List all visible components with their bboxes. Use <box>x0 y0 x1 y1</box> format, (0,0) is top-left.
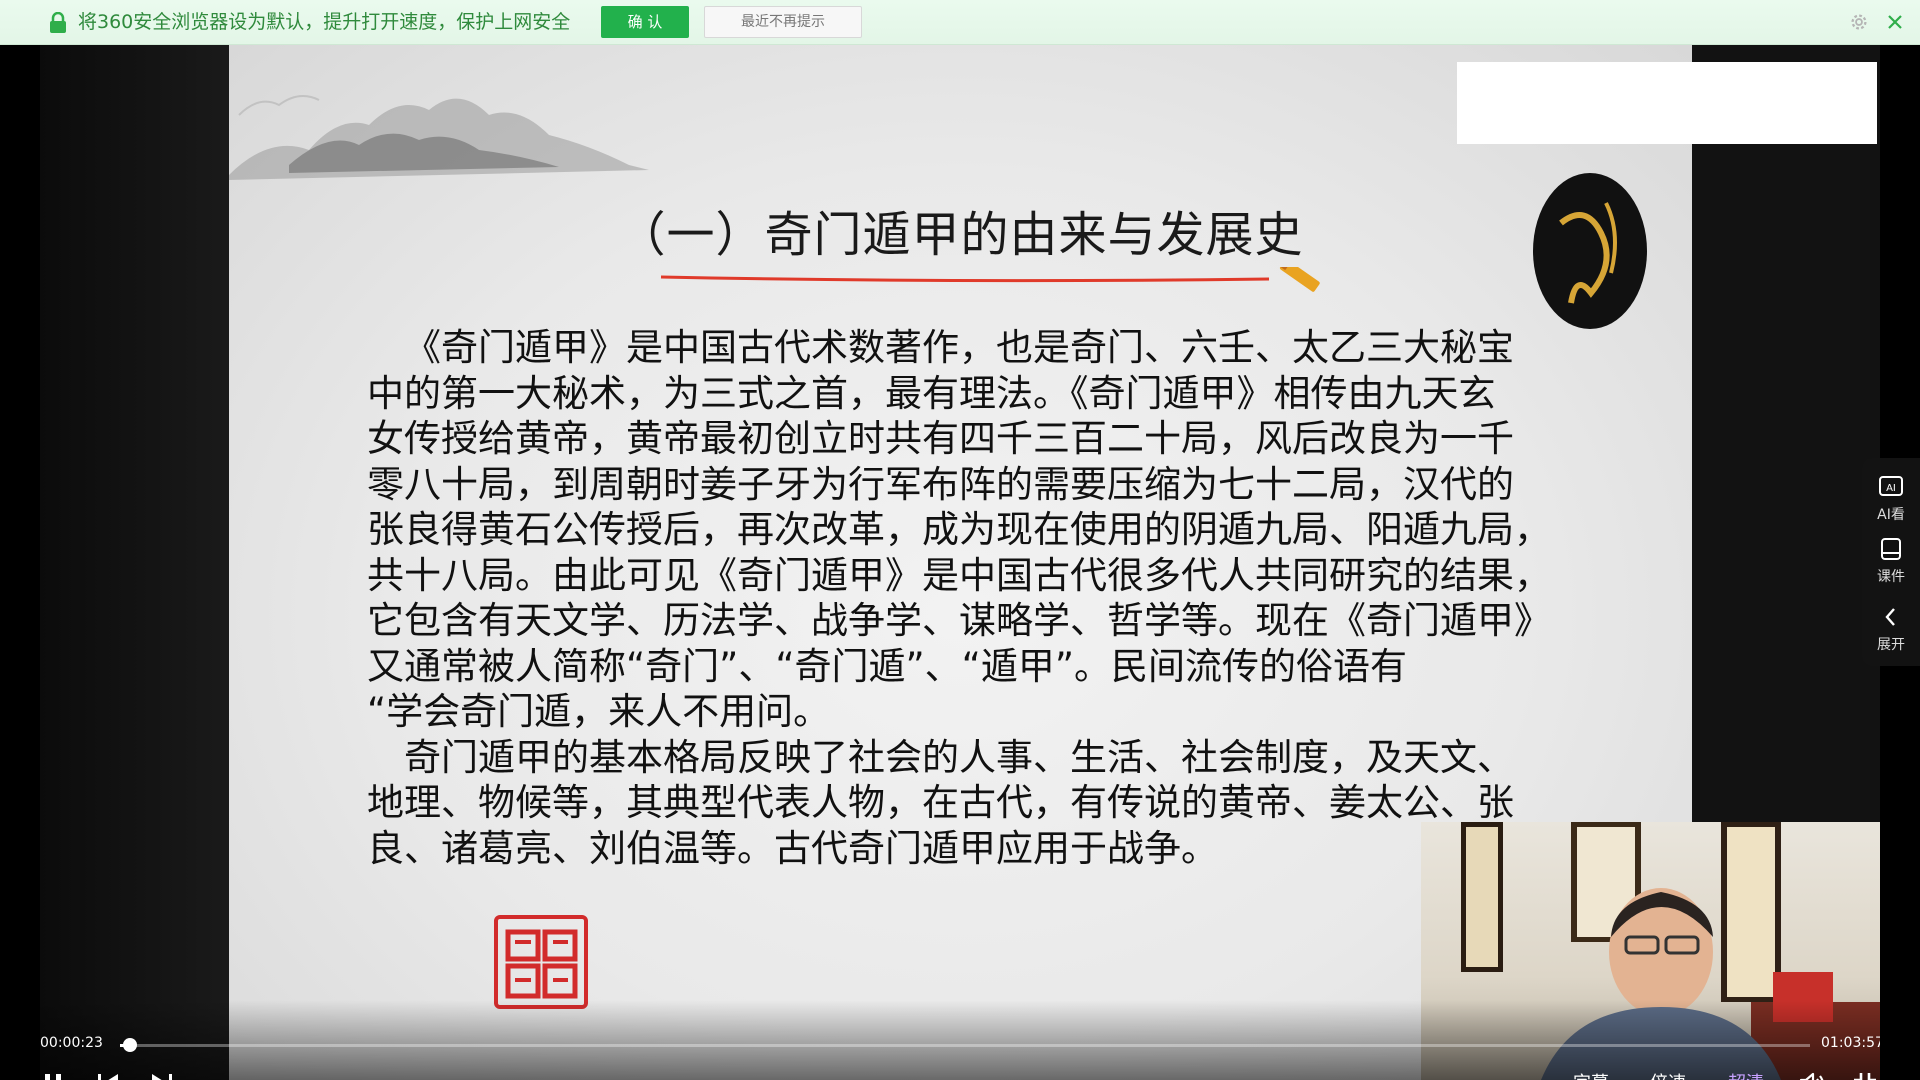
total-time: 01:03:57 <box>1821 1035 1880 1051</box>
slide-title: （一）奇门遁甲的由来与发展史 <box>617 207 1304 263</box>
progress-bar[interactable] <box>120 1038 1810 1052</box>
quality-button[interactable]: 超清 <box>1728 1070 1764 1080</box>
slide-paragraph-1: 《奇门遁甲》是中国古代术数著作，也是奇门、六壬、太乙三大秘宝 中的第一大秘术，为… <box>367 326 1551 733</box>
dismiss-button[interactable]: 最近不再提示 <box>704 6 862 38</box>
gear-icon[interactable] <box>1848 11 1870 33</box>
chevron-left-icon <box>1885 608 1895 626</box>
exit-fullscreen-icon[interactable] <box>1851 1070 1879 1080</box>
side-item-label: AI看 <box>1877 507 1905 523</box>
current-time: 00:00:23 <box>40 1035 103 1051</box>
title-underline-decoration <box>660 267 1320 292</box>
video-player[interactable]: （一）奇门遁甲的由来与发展史 《奇门遁甲》是中国古代术数著作，也是奇门、六壬、太… <box>40 45 1880 1080</box>
ink-mountain-decoration <box>229 95 649 180</box>
side-item-courseware[interactable]: 课件 <box>1862 530 1920 592</box>
side-item-expand[interactable]: 展开 <box>1862 598 1920 660</box>
slide-body: 《奇门遁甲》是中国古代术数著作，也是奇门、六壬、太乙三大秘宝 中的第一大秘术，为… <box>367 325 1597 871</box>
svg-text:AI: AI <box>1886 483 1896 494</box>
courseware-icon <box>1881 538 1901 560</box>
video-letterbox-left <box>40 45 229 1080</box>
slide-paragraph-2: 奇门遁甲的基本格局反映了社会的人事、生活、社会制度，及天文、 地理、物候等，其典… <box>367 735 1514 870</box>
browser-notification-bar: 将360安全浏览器设为默认，提升打开速度，保护上网安全 确 认 最近不再提示 <box>0 0 1920 45</box>
red-seal-stamp <box>494 915 588 1009</box>
side-panel: AI AI看 课件 展开 <box>1862 458 1920 666</box>
next-icon[interactable] <box>148 1070 176 1080</box>
side-item-label: 课件 <box>1877 569 1905 585</box>
notification-message: 将360安全浏览器设为默认，提升打开速度，保护上网安全 <box>78 11 571 33</box>
subtitles-button[interactable]: 字幕 <box>1573 1070 1609 1080</box>
ai-watch-icon: AI <box>1879 476 1903 496</box>
side-item-label: 展开 <box>1877 637 1905 653</box>
player-controls-overlay <box>40 1000 1880 1080</box>
playback-speed-button[interactable]: 倍速 <box>1650 1070 1686 1080</box>
lock-icon <box>50 12 66 33</box>
logo-badge <box>1533 173 1647 329</box>
pause-icon[interactable] <box>40 1070 68 1080</box>
side-item-ai-watch[interactable]: AI AI看 <box>1862 468 1920 530</box>
confirm-button[interactable]: 确 认 <box>601 6 689 38</box>
close-icon[interactable] <box>1884 11 1906 33</box>
previous-icon[interactable] <box>94 1070 122 1080</box>
volume-icon[interactable] <box>1798 1070 1826 1080</box>
watermark-cover <box>1457 62 1877 144</box>
